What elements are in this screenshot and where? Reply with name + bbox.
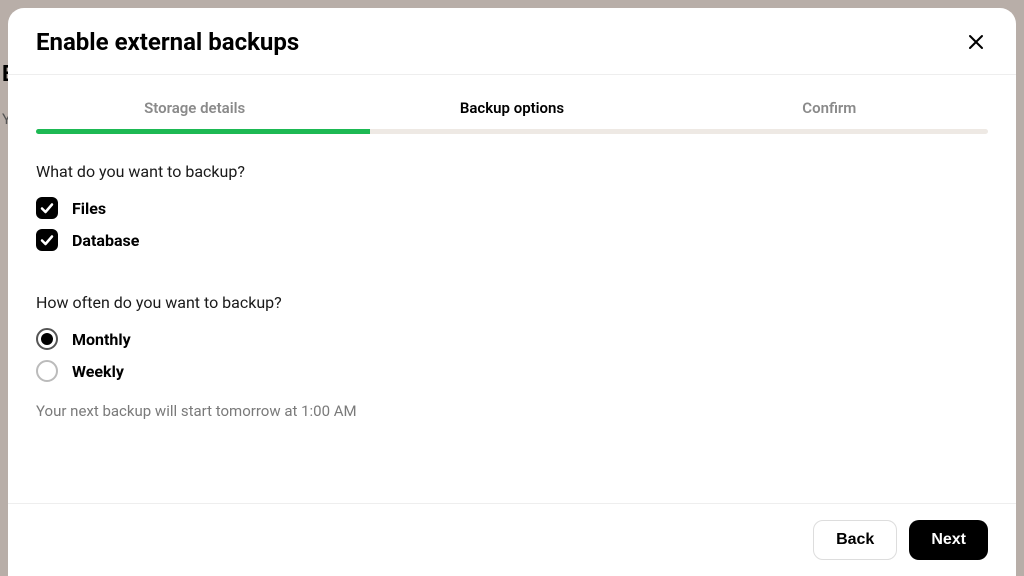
modal-header: Enable external backups <box>8 8 1016 75</box>
close-icon <box>968 34 984 50</box>
step-label: Storage details <box>144 99 245 117</box>
back-button[interactable]: Back <box>813 520 897 560</box>
radio-label-monthly: Monthly <box>72 330 131 349</box>
checkbox-database[interactable] <box>36 229 58 251</box>
radio-label-weekly: Weekly <box>72 362 124 381</box>
step-label: Confirm <box>802 99 856 117</box>
check-icon <box>40 201 54 215</box>
stepper: Storage details Backup options Confirm <box>36 99 988 129</box>
checkbox-files[interactable] <box>36 197 58 219</box>
section-title-frequency: How often do you want to backup? <box>36 293 988 312</box>
progress-seg-3 <box>670 129 988 134</box>
step-backup-options[interactable]: Backup options <box>353 99 670 129</box>
close-button[interactable] <box>964 30 988 54</box>
step-storage-details[interactable]: Storage details <box>36 99 353 129</box>
modal-enable-external-backups: Enable external backups Storage details … <box>8 8 1016 576</box>
check-icon <box>40 233 54 247</box>
checkbox-label-database: Database <box>72 231 139 250</box>
next-button[interactable]: Next <box>909 520 988 560</box>
next-backup-helper: Your next backup will start tomorrow at … <box>36 402 988 420</box>
modal-body: Storage details Backup options Confirm W… <box>8 75 1016 503</box>
radio-weekly[interactable] <box>36 360 58 382</box>
radio-row-weekly[interactable]: Weekly <box>36 360 988 382</box>
section-title-what: What do you want to backup? <box>36 162 988 181</box>
radio-monthly[interactable] <box>36 328 58 350</box>
checkbox-row-database[interactable]: Database <box>36 229 988 251</box>
progress-seg-2b <box>368 129 670 134</box>
checkbox-label-files: Files <box>72 199 106 218</box>
step-label: Backup options <box>460 99 564 117</box>
step-confirm[interactable]: Confirm <box>671 99 988 129</box>
checkbox-row-files[interactable]: Files <box>36 197 988 219</box>
modal-title: Enable external backups <box>36 28 299 56</box>
radio-row-monthly[interactable]: Monthly <box>36 328 988 350</box>
progress-seg-1 <box>36 129 354 134</box>
stepper-progress <box>36 129 988 134</box>
modal-footer: Back Next <box>8 503 1016 576</box>
